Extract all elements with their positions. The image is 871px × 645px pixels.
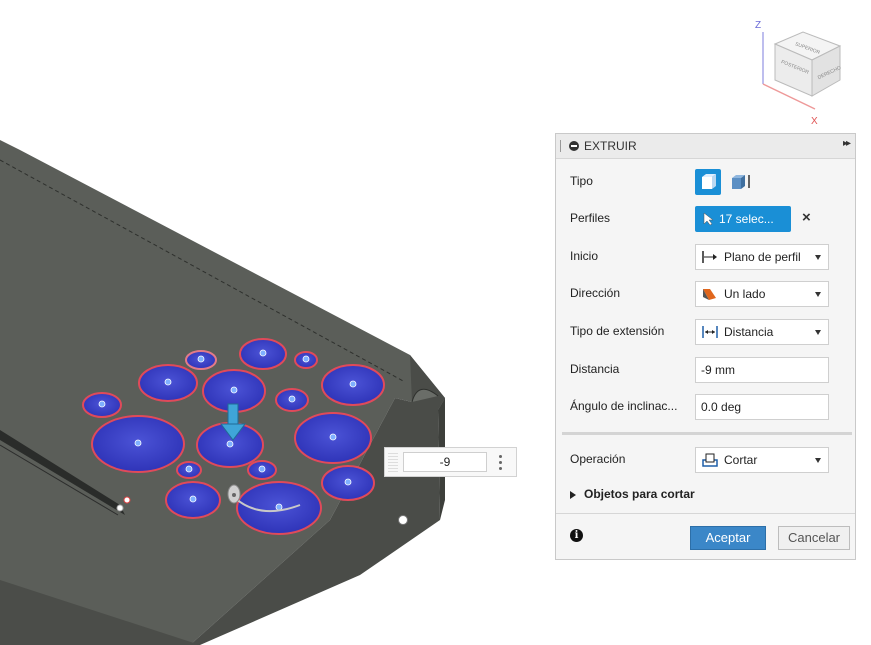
solid-extrude-icon [702,174,716,189]
row-direccion: Dirección Un lado [556,275,857,311]
thin-extrude-icon [732,175,750,189]
chevron-down-icon [815,329,821,335]
operacion-dropdown[interactable]: Cortar [695,447,829,473]
row-tipo-extension: Tipo de extensión Distancia [556,313,857,349]
chevron-down-icon [815,457,821,463]
section-divider [562,432,852,435]
inicio-label: Inicio [570,249,599,263]
profiles-selection-count: 17 selec... [719,212,774,226]
dialog-header[interactable]: EXTRUIR ▸▸ [556,134,855,159]
row-inicio: Inicio Plano de perfil [556,238,857,274]
dimension-input[interactable]: -9 [403,452,487,472]
profiles-selection-button[interactable]: 17 selec... [695,206,791,232]
direccion-value: Un lado [724,287,766,301]
tipo-label: Tipo [570,174,593,188]
row-perfiles: Perfiles 17 selec... × [556,200,857,236]
direccion-dropdown[interactable]: Un lado [695,281,829,307]
tipo-extension-dropdown[interactable]: Distancia [695,319,829,345]
accept-button[interactable]: Aceptar [690,526,766,550]
row-distancia: Distancia -9 mm [556,351,857,387]
inicio-dropdown[interactable]: Plano de perfil [695,244,829,270]
chevron-down-icon [815,291,821,297]
perfiles-label: Perfiles [570,211,611,225]
row-tipo: Tipo [556,163,857,199]
more-options-icon[interactable] [499,454,503,470]
one-side-direction-icon [703,289,716,300]
profile-plane-icon [702,251,717,263]
cursor-arrow-icon [703,212,714,226]
objetos-para-cortar-toggle[interactable]: Objetos para cortar [570,487,695,501]
dialog-footer: i Aceptar Cancelar [556,513,855,559]
distancia-label: Distancia [570,362,620,376]
angulo-label: Ángulo de inclinac... [570,399,678,413]
drag-grip-icon[interactable] [560,140,563,152]
objetos-para-cortar-label: Objetos para cortar [584,487,695,501]
axis-z-label: Z [755,20,761,31]
viewcube[interactable]: Z X SUPERIOR POSTERIOR DERECHO [745,14,855,129]
expand-icon[interactable]: ▸▸ [843,138,851,149]
solid-extrude-button[interactable] [695,169,721,195]
chevron-down-icon [815,254,821,260]
collapse-icon[interactable] [569,141,579,151]
expand-triangle-icon [570,490,576,499]
angulo-input[interactable]: 0.0 deg [695,394,829,420]
thin-extrude-button[interactable] [726,169,752,195]
pivot-handle[interactable] [398,515,408,525]
tipo-extension-value: Distancia [724,325,774,339]
distancia-input[interactable]: -9 mm [695,357,829,383]
clear-selection-icon[interactable]: × [802,210,816,226]
axis-x-label: X [811,116,818,127]
distance-icon [702,326,718,338]
tipo-extension-label: Tipo de extensión [570,324,665,338]
operacion-label: Operación [570,452,626,466]
dimension-drag-grip[interactable] [388,452,398,472]
row-operacion: Operación Cortar [556,441,857,477]
inicio-value: Plano de perfil [724,250,801,264]
direccion-label: Dirección [570,286,621,300]
cut-operation-icon [702,453,718,467]
info-icon[interactable]: i [570,529,583,542]
cancel-button[interactable]: Cancelar [778,526,850,550]
dimension-manipulator: -9 [384,447,517,477]
dialog-title: EXTRUIR [584,139,637,153]
row-angulo: Ángulo de inclinac... 0.0 deg [556,388,857,424]
extrude-dialog: EXTRUIR ▸▸ Tipo Perfiles 17 selec... × I… [555,133,856,560]
operacion-value: Cortar [724,453,758,467]
